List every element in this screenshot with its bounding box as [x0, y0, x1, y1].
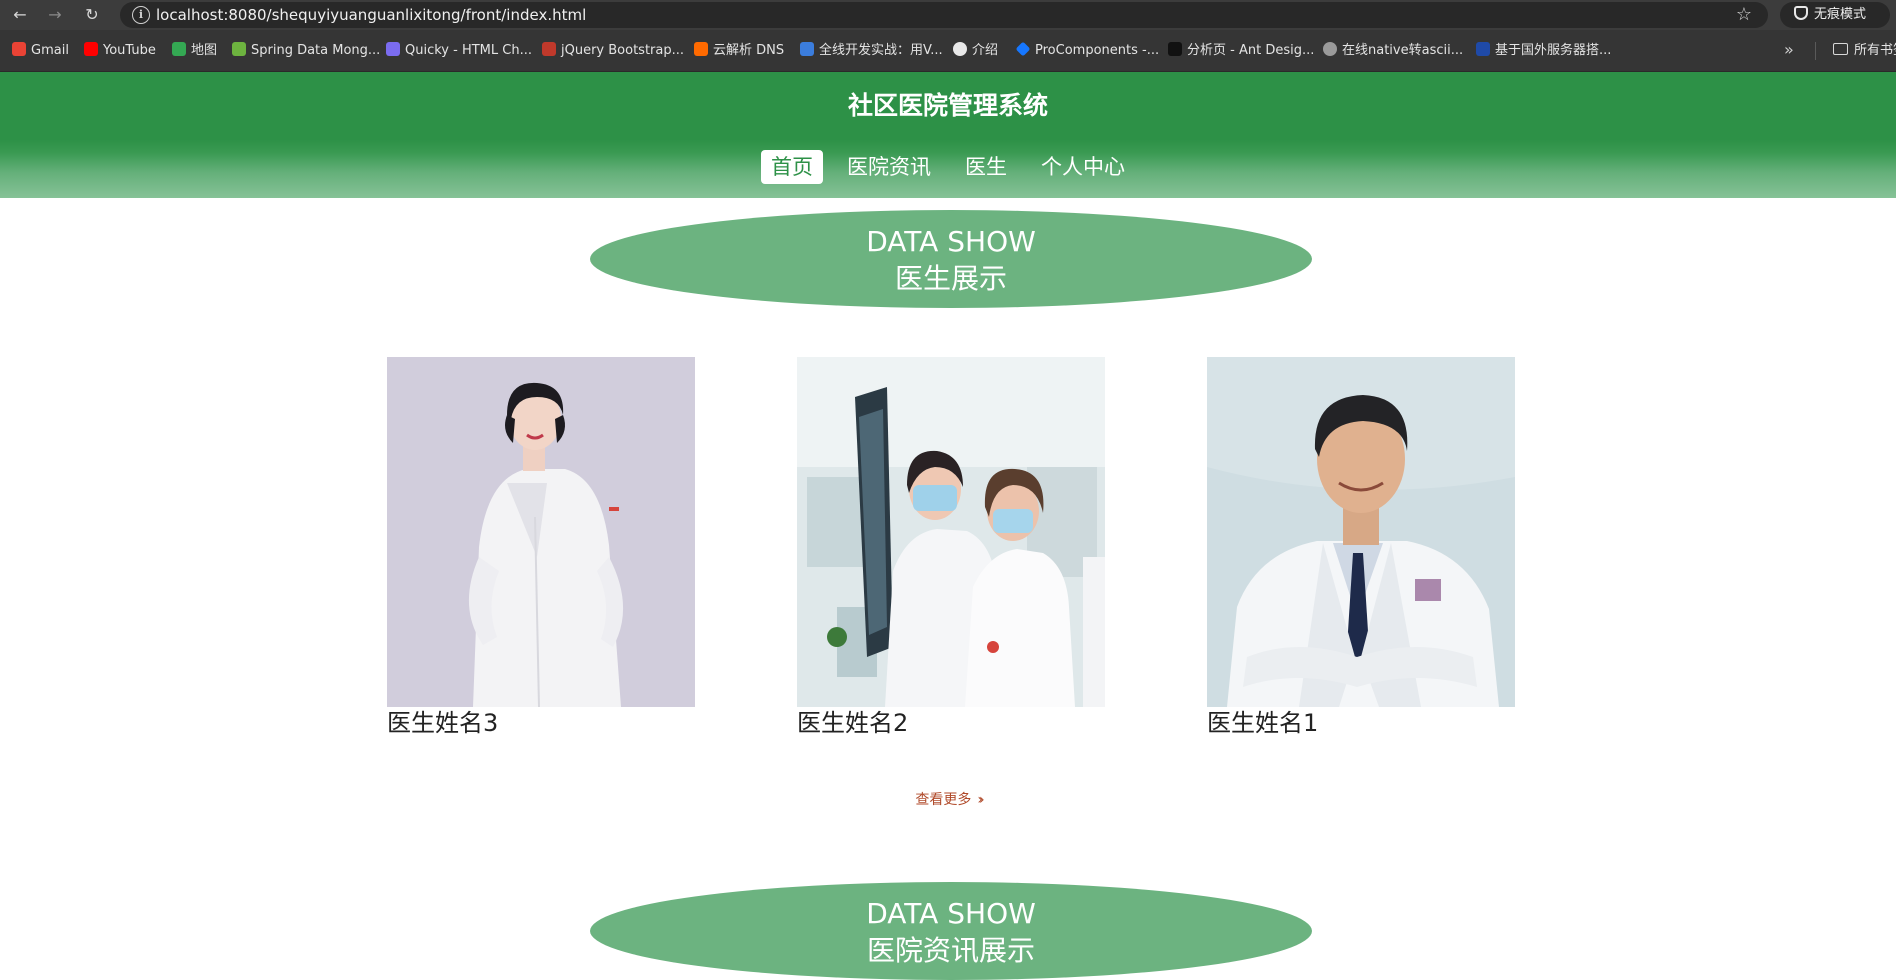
bookmark-intro[interactable]: 介绍	[953, 42, 998, 60]
aliyun-icon	[694, 42, 708, 56]
bookmark-dns[interactable]: 云解析 DNS	[694, 42, 784, 60]
nav-doctors[interactable]: 医生	[955, 150, 1017, 184]
all-bookmarks-folder[interactable]: 所有书签	[1833, 42, 1896, 60]
bookmark-spring-data[interactable]: Spring Data Mong...	[232, 42, 380, 60]
main-nav: 首页 医院资讯 医生 个人中心	[0, 150, 1896, 184]
nav-home[interactable]: 首页	[761, 150, 823, 184]
doctor-name[interactable]: 医生姓名3	[387, 708, 695, 738]
doctor-card[interactable]: 医生姓名1	[1207, 357, 1515, 738]
doctor-card[interactable]: 医生姓名3	[387, 357, 695, 738]
banner-cn-text: 医生展示	[894, 262, 1007, 295]
bookmark-gmail[interactable]: Gmail	[12, 42, 69, 60]
nav-hospital-news[interactable]: 医院资讯	[837, 150, 941, 184]
bookmark-procomponents[interactable]: ProComponents -...	[1015, 41, 1159, 60]
banner-en-text: DATA SHOW	[866, 897, 1036, 930]
doctor-section-banner: DATA SHOW 医生展示	[590, 210, 1312, 308]
double-chevron-right-icon: ››	[977, 792, 984, 808]
spring-icon	[232, 42, 246, 56]
youtube-icon	[84, 42, 98, 56]
quicky-icon	[386, 42, 400, 56]
bookmark-native-ascii[interactable]: 在线native转ascii...	[1323, 42, 1463, 60]
bookmarks-divider	[1815, 42, 1816, 60]
bookmark-maps[interactable]: 地图	[172, 42, 217, 60]
doctor-name[interactable]: 医生姓名2	[797, 708, 1105, 738]
banner-en-text: DATA SHOW	[866, 225, 1036, 258]
browser-toolbar: ← → ↻ i localhost:8080/shequyiyuanguanli…	[0, 0, 1896, 30]
bookmark-jquery-bootstrap[interactable]: jQuery Bootstrap...	[542, 42, 684, 60]
site-title: 社区医院管理系统	[847, 91, 1048, 120]
intro-icon	[953, 42, 967, 56]
site-info-icon[interactable]: i	[132, 6, 150, 24]
maps-icon	[172, 42, 186, 56]
banner-cn-text: 医院资讯展示	[866, 934, 1035, 967]
doctor-card[interactable]: 医生姓名2	[797, 357, 1105, 738]
doctor-photo[interactable]	[387, 357, 695, 707]
nav-personal-center[interactable]: 个人中心	[1031, 150, 1135, 184]
reload-icon[interactable]: ↻	[81, 4, 103, 26]
globe-icon	[1323, 42, 1337, 56]
chevron-double-right-icon[interactable]: »	[1784, 40, 1794, 59]
bookmark-fullstack[interactable]: 全线开发实战：用V...	[800, 42, 943, 60]
incognito-icon	[1794, 6, 1808, 20]
procomponents-icon	[1015, 41, 1031, 57]
jquery-icon	[542, 42, 556, 56]
bookmark-ant-design[interactable]: 分析页 - Ant Desig...	[1168, 42, 1314, 60]
back-icon[interactable]: ←	[9, 4, 31, 26]
incognito-label: 无痕模式	[1814, 7, 1867, 22]
pro-icon	[1168, 42, 1182, 56]
bookmark-youtube[interactable]: YouTube	[84, 42, 156, 60]
site-header: 社区医院管理系统 首页 医院资讯 医生 个人中心	[0, 72, 1896, 198]
folder-icon	[1833, 43, 1848, 55]
m-icon	[800, 42, 814, 56]
incognito-badge[interactable]: 无痕模式	[1780, 2, 1890, 28]
bookmark-foreign-server[interactable]: 基于国外服务器搭...	[1476, 42, 1611, 60]
doctor-name[interactable]: 医生姓名1	[1207, 708, 1515, 738]
forward-icon[interactable]: →	[44, 4, 66, 26]
flag-icon	[1476, 42, 1490, 56]
bookmarks-bar: Gmail YouTube 地图 Spring Data Mong... Qui…	[0, 30, 1896, 72]
gmail-icon	[12, 42, 26, 56]
address-bar[interactable]: i localhost:8080/shequyiyuanguanlixitong…	[120, 2, 1768, 28]
doctor-photo[interactable]	[1207, 357, 1515, 707]
bookmark-quicky[interactable]: Quicky - HTML Ch...	[386, 42, 532, 60]
news-section-banner: DATA SHOW 医院资讯展示	[590, 882, 1312, 980]
view-more-link[interactable]: 查看更多 ››	[0, 790, 1896, 810]
view-more-label[interactable]: 查看更多	[915, 792, 971, 808]
doctor-photo[interactable]	[797, 357, 1105, 707]
bookmark-star-icon[interactable]: ☆	[1736, 4, 1752, 26]
url-text[interactable]: localhost:8080/shequyiyuanguanlixitong/f…	[156, 6, 586, 24]
